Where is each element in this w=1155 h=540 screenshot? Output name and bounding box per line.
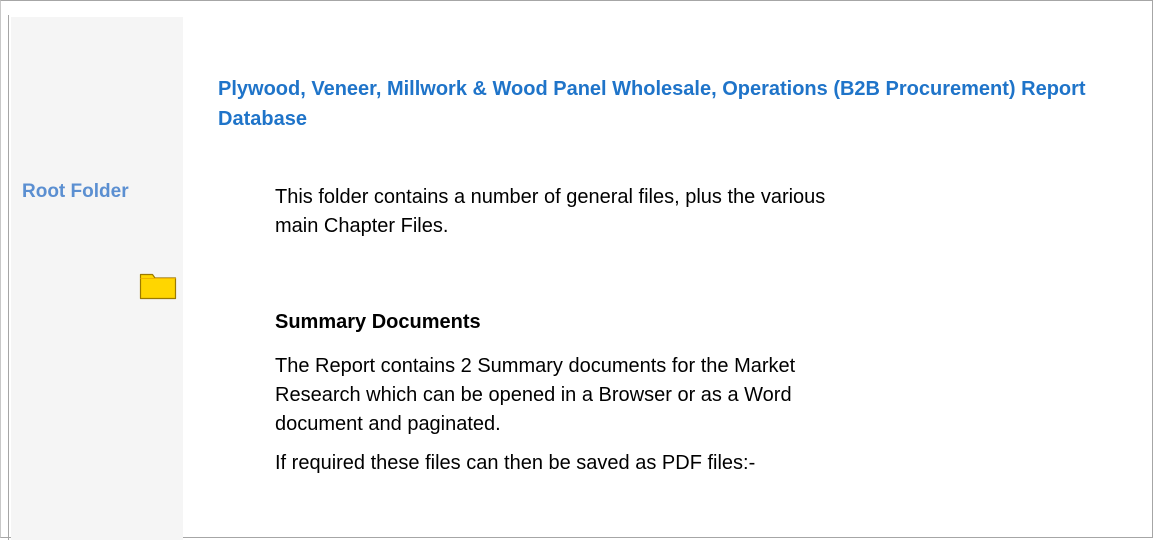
left-divider [8,15,9,540]
sidebar-title: Root Folder [22,181,129,202]
intro-paragraph: This folder contains a number of general… [275,186,826,237]
summary-documents-heading: Summary Documents [275,311,481,333]
folder-icon[interactable] [139,270,177,300]
report-title: Plywood, Veneer, Millwork & Wood Panel W… [218,78,1086,130]
pdf-note: If required these files can then be save… [275,452,756,474]
folder-icon-svg [139,273,177,300]
summary-description: The Report contains 2 Summary documents … [275,355,796,435]
main-content: This folder contains a number of general… [275,183,895,478]
